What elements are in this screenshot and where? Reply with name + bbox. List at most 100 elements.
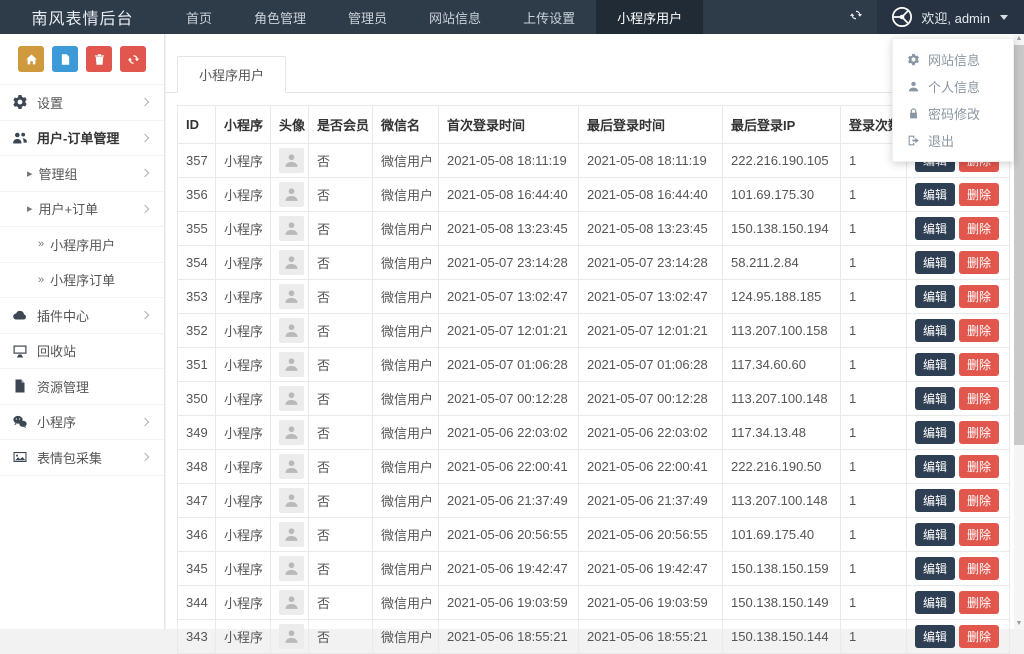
- user-menu-item-2[interactable]: 密码修改: [893, 100, 1013, 127]
- cell-id: 356: [177, 177, 216, 212]
- edit-button[interactable]: 编辑: [915, 591, 956, 614]
- tab-mini-program-users[interactable]: 小程序用户: [177, 56, 287, 93]
- delete-button[interactable]: 删除: [959, 353, 1000, 376]
- cell-last_login: 2021-05-06 18:55:21: [578, 619, 723, 654]
- sidebar-item-7[interactable]: 回收站: [0, 334, 164, 369]
- actions-cell: 编辑删除: [906, 313, 1010, 348]
- cell-id: 357: [177, 143, 216, 178]
- delete-button[interactable]: 删除: [959, 387, 1000, 410]
- sidebar-item-label: 小程序: [37, 415, 77, 431]
- edit-button[interactable]: 编辑: [915, 319, 956, 342]
- sidebar-item-1[interactable]: 用户-订单管理: [0, 121, 164, 156]
- delete-button[interactable]: 删除: [959, 319, 1000, 342]
- cell-app: 小程序: [215, 585, 271, 620]
- cell-count: 1: [840, 279, 907, 314]
- file-button[interactable]: [52, 46, 78, 72]
- caret-down-icon: [1000, 14, 1008, 20]
- delete-button[interactable]: 删除: [959, 421, 1000, 444]
- nav-item-4[interactable]: 上传设置: [502, 0, 596, 34]
- sidebar-item-2[interactable]: ▸ 管理组: [0, 156, 164, 192]
- users-table-wrap: ID 小程序 头像 是否会员 微信名 首次登录时间 最后登录时间 最后登录IP 登录次数 357…: [177, 105, 1010, 654]
- actions-cell: 编辑删除: [906, 381, 1010, 416]
- home-button[interactable]: [18, 46, 44, 72]
- delete-button[interactable]: 删除: [959, 625, 1000, 648]
- user-menu-toggle[interactable]: 欢迎, admin: [877, 0, 1024, 34]
- users-table: ID 小程序 头像 是否会员 微信名 首次登录时间 最后登录时间 最后登录IP 登录次数 357…: [177, 105, 1010, 654]
- delete-button[interactable]: 删除: [959, 285, 1000, 308]
- cell-wechat_name: 微信用户: [372, 245, 439, 280]
- cell-wechat_name: 微信用户: [372, 177, 439, 212]
- cell-last_login: 2021-05-07 00:12:28: [578, 381, 723, 416]
- cell-first_login: 2021-05-08 13:23:45: [438, 211, 579, 246]
- cell-member: 否: [308, 449, 373, 484]
- nav-item-3[interactable]: 网站信息: [408, 0, 502, 34]
- vertical-scrollbar[interactable]: ▲ ▼: [1014, 34, 1024, 629]
- sidebar-item-8[interactable]: 资源管理: [0, 369, 164, 405]
- edit-button[interactable]: 编辑: [915, 523, 956, 546]
- edit-button[interactable]: 编辑: [915, 183, 956, 206]
- edit-button[interactable]: 编辑: [915, 387, 956, 410]
- edit-button[interactable]: 编辑: [915, 251, 956, 274]
- person-icon: [283, 152, 300, 169]
- edit-button[interactable]: 编辑: [915, 455, 956, 478]
- cell-last_ip: 124.95.188.185: [722, 279, 841, 314]
- cell-member: 否: [308, 313, 373, 348]
- edit-button[interactable]: 编辑: [915, 353, 956, 376]
- submenu-marker-icon: ▸: [27, 203, 33, 216]
- table-row: 356 小程序否微信用户 2021-05-08 16:44:40 2021-05-08…: [177, 177, 1010, 212]
- nav-item-0[interactable]: 首页: [165, 0, 233, 34]
- user-menu-item-3[interactable]: 退出: [893, 127, 1013, 154]
- delete-button[interactable]: 删除: [959, 455, 1000, 478]
- delete-button[interactable]: 删除: [959, 489, 1000, 512]
- cell-first_login: 2021-05-08 16:44:40: [438, 177, 579, 212]
- edit-button[interactable]: 编辑: [915, 217, 956, 240]
- delete-button[interactable]: 删除: [959, 183, 1000, 206]
- edit-button[interactable]: 编辑: [915, 285, 956, 308]
- delete-button[interactable]: 删除: [959, 591, 1000, 614]
- cell-member: 否: [308, 177, 373, 212]
- actions-cell: 编辑删除: [906, 551, 1010, 586]
- edit-button[interactable]: 编辑: [915, 489, 956, 512]
- table-row: 350 小程序否微信用户 2021-05-07 00:12:28 2021-05-07…: [177, 381, 1010, 416]
- delete-button[interactable]: 删除: [959, 217, 1000, 240]
- refresh-button[interactable]: [835, 0, 877, 34]
- nav-item-5[interactable]: 小程序用户: [596, 0, 704, 34]
- cell-app: 小程序: [215, 381, 271, 416]
- sidebar-item-6[interactable]: 插件中心: [0, 298, 164, 334]
- sidebar-item-4[interactable]: » 小程序用户: [0, 227, 164, 263]
- scroll-down-arrow[interactable]: ▼: [1014, 619, 1024, 629]
- lock-icon: [907, 107, 920, 120]
- nav-item-2[interactable]: 管理员: [327, 0, 408, 34]
- scrollbar-thumb[interactable]: [1014, 45, 1024, 445]
- trash-icon: [93, 53, 106, 66]
- scroll-up-arrow[interactable]: ▲: [1014, 34, 1024, 44]
- delete-button[interactable]: 删除: [959, 523, 1000, 546]
- actions-cell: 编辑删除: [906, 483, 1010, 518]
- wechat-icon: [12, 414, 28, 430]
- delete-button[interactable]: 删除: [959, 251, 1000, 274]
- sidebar-item-0[interactable]: 设置: [0, 85, 164, 121]
- nav-item-1[interactable]: 角色管理: [233, 0, 327, 34]
- person-icon: [283, 356, 300, 373]
- cell-count: 1: [840, 381, 907, 416]
- cell-last_login: 2021-05-07 13:02:47: [578, 279, 723, 314]
- edit-button[interactable]: 编辑: [915, 421, 956, 444]
- cell-member: 否: [308, 279, 373, 314]
- user-menu-item-0[interactable]: 网站信息: [893, 46, 1013, 73]
- cell-last_login: 2021-05-07 12:01:21: [578, 313, 723, 348]
- column-header-1: 小程序: [215, 105, 271, 144]
- sidebar-item-10[interactable]: 表情包采集: [0, 440, 164, 476]
- edit-button[interactable]: 编辑: [915, 625, 956, 648]
- user-menu-item-1[interactable]: 个人信息: [893, 73, 1013, 100]
- trash-button[interactable]: [86, 46, 112, 72]
- cell-count: 1: [840, 245, 907, 280]
- recycle-button[interactable]: [120, 46, 146, 72]
- sidebar-item-3[interactable]: ▸ 用户+订单: [0, 192, 164, 227]
- cell-last_ip: 113.207.100.148: [722, 483, 841, 518]
- edit-button[interactable]: 编辑: [915, 557, 956, 580]
- cell-app: 小程序: [215, 143, 271, 178]
- delete-button[interactable]: 删除: [959, 557, 1000, 580]
- table-row: 357 小程序否微信用户 2021-05-08 18:11:19 2021-05-08…: [177, 143, 1010, 178]
- sidebar-item-5[interactable]: » 小程序订单: [0, 263, 164, 298]
- sidebar-item-9[interactable]: 小程序: [0, 405, 164, 440]
